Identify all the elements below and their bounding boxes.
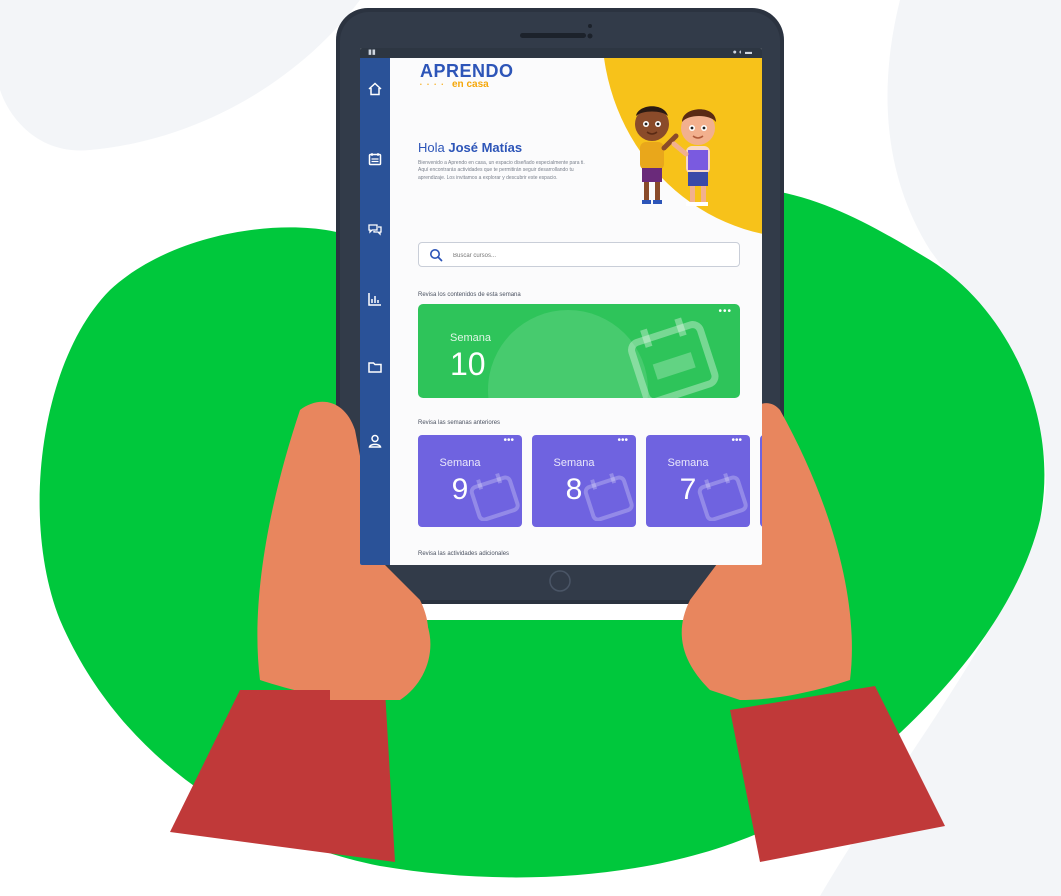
more-options-icon[interactable]: ••• [617,435,628,446]
user-icon[interactable] [364,430,386,452]
status-time: ● ◐ ▬ [732,49,752,56]
aprendo-logo[interactable]: APRENDO • • • • en casa [420,62,514,90]
greeting: Hola José Matías [418,140,522,155]
week-number: 8 [565,473,583,506]
week-number: 7 [679,473,697,506]
week-label: Semana [667,457,709,469]
search-input[interactable] [451,247,735,265]
chart-icon[interactable] [364,288,386,310]
current-week-card[interactable]: ••• Semana 10 [418,304,740,398]
main-content: APRENDO • • • • en casa Hola José Matías… [390,58,762,565]
logo-title: APRENDO [420,61,514,81]
search-icon [430,249,443,262]
week-label: Semana [553,457,595,469]
status-bar: ▮▮ ● ◐ ▬ [360,48,762,58]
week-label: Semana [439,457,481,469]
week-card-partial[interactable] [760,435,762,527]
tablet-screen: ▮▮ ● ◐ ▬ APRENDO • • • • en casa Hola Jo… [360,48,762,565]
more-options-icon[interactable]: ••• [503,435,514,446]
kids-illustration [635,106,716,206]
week-number: 9 [451,473,469,506]
intro-text: Bienvenido a Aprendo en casa, un espacio… [418,160,585,181]
more-options-icon[interactable]: ••• [731,435,742,446]
logo-dots: • • • • [420,82,446,88]
chat-icon[interactable] [364,218,386,240]
previous-weeks-heading: Revisa las semanas anteriores [418,420,501,426]
week-label: Semana [450,332,491,344]
calendar-icon[interactable] [364,148,386,170]
search-box[interactable] [418,242,740,267]
illustration-scene: ▮▮ ● ◐ ▬ APRENDO • • • • en casa Hola Jo… [0,0,1061,896]
week-number: 10 [450,346,486,382]
home-icon[interactable] [364,78,386,100]
sidebar [360,58,390,565]
logo-subtitle: en casa [452,79,489,90]
user-name: José Matías [448,140,523,155]
signal-icon: ▮▮ [368,49,376,56]
additional-activities-heading: Revisa las actividades adicionales [418,551,510,557]
folder-icon[interactable] [364,356,386,378]
week-card[interactable]: ••• Semana 9 [418,435,522,527]
current-week-heading: Revisa los contenidos de esta semana [418,292,521,298]
greeting-prefix: Hola [418,140,449,155]
week-card[interactable]: ••• Semana 7 [646,435,750,527]
calendar-icon [628,317,719,398]
week-card[interactable]: ••• Semana 8 [532,435,636,527]
